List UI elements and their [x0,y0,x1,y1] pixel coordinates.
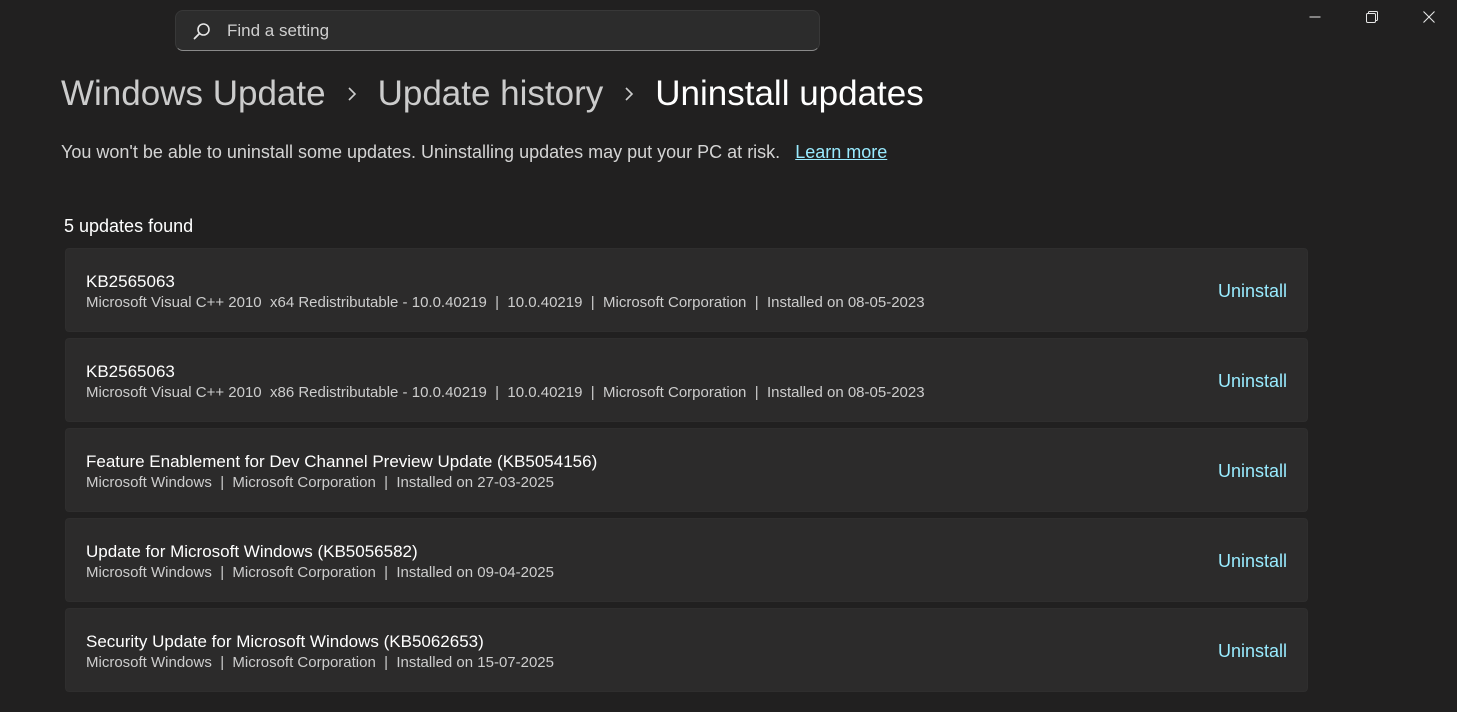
update-title: Feature Enablement for Dev Channel Previ… [86,452,598,471]
update-row: KB2565063 Microsoft Visual C++ 2010 x64 … [65,248,1308,332]
breadcrumb: Windows Update Update history Uninstall … [61,70,924,118]
settings-window: Windows Update Update history Uninstall … [0,0,1457,712]
page-title: Uninstall updates [655,74,924,113]
search-input[interactable] [227,20,819,41]
update-details: Microsoft Visual C++ 2010 x86 Redistribu… [86,384,925,401]
uninstall-warning: You won't be able to uninstall some upda… [61,142,887,163]
uninstall-button[interactable]: Uninstall [1218,281,1287,302]
update-details: Microsoft Windows | Microsoft Corporatio… [86,654,554,671]
updates-count: 5 updates found [64,216,194,236]
update-title: KB2565063 [86,362,175,381]
breadcrumb-update-history[interactable]: Update history [378,74,604,114]
search-icon [193,22,211,40]
update-row: Security Update for Microsoft Windows (K… [65,608,1308,692]
uninstall-button[interactable]: Uninstall [1218,641,1287,662]
restore-button[interactable] [1343,0,1400,38]
update-row: Feature Enablement for Dev Channel Previ… [65,428,1308,512]
chevron-right-icon [603,70,655,118]
warning-text: You won't be able to uninstall some upda… [61,142,781,162]
update-details: Microsoft Visual C++ 2010 x64 Redistribu… [86,294,925,311]
close-icon [1422,10,1435,28]
close-button[interactable] [1400,0,1457,38]
search-box[interactable] [175,10,820,51]
update-row: KB2565063 Microsoft Visual C++ 2010 x86 … [65,338,1308,422]
breadcrumb-windows-update[interactable]: Windows Update [61,74,326,114]
update-row: Update for Microsoft Windows (KB5056582)… [65,518,1308,602]
chevron-right-icon [326,70,378,118]
update-title: Update for Microsoft Windows (KB5056582) [86,542,418,561]
uninstall-button[interactable]: Uninstall [1218,371,1287,392]
minimize-icon [1309,10,1321,28]
uninstall-button[interactable]: Uninstall [1218,551,1287,572]
learn-more-link[interactable]: Learn more [795,142,887,162]
update-details: Microsoft Windows | Microsoft Corporatio… [86,474,554,491]
update-title: Security Update for Microsoft Windows (K… [86,632,484,651]
updates-list: KB2565063 Microsoft Visual C++ 2010 x64 … [65,248,1308,698]
update-details: Microsoft Windows | Microsoft Corporatio… [86,564,554,581]
minimize-button[interactable] [1286,0,1343,38]
update-title: KB2565063 [86,272,175,291]
restore-icon [1365,10,1378,28]
uninstall-button[interactable]: Uninstall [1218,461,1287,482]
